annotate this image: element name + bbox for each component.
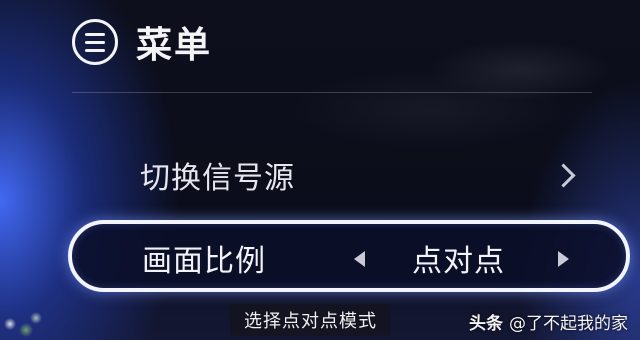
menu-item-aspect-ratio[interactable]: 画面比例 点对点 (68, 220, 630, 292)
watermark-brand: 头条 (469, 314, 503, 334)
arrow-left-icon[interactable] (354, 251, 365, 267)
page-title: 菜单 (136, 25, 213, 66)
arrow-right-icon[interactable] (558, 251, 569, 267)
tv-screen: 菜单 切换信号源 画面比例 点对点 选择点对点模式 头条 @了不起我的家 (0, 0, 640, 340)
menu-header: 菜单 (72, 16, 212, 68)
watermark-handle: @了不起我的家 (509, 314, 628, 334)
menu-item-label: 切换信号源 (140, 161, 295, 196)
watermark: 头条 @了不起我的家 (469, 309, 628, 334)
decorative-flowers (0, 310, 44, 340)
header-divider (72, 92, 592, 93)
chevron-right-icon (551, 162, 576, 188)
subtitle-caption: 选择点对点模式 (230, 304, 391, 336)
menu-icon (72, 19, 118, 65)
menu-item-label: 画面比例 (142, 244, 266, 279)
aspect-ratio-value: 点对点 (412, 244, 505, 279)
menu-item-input-source[interactable]: 切换信号源 (140, 150, 580, 200)
